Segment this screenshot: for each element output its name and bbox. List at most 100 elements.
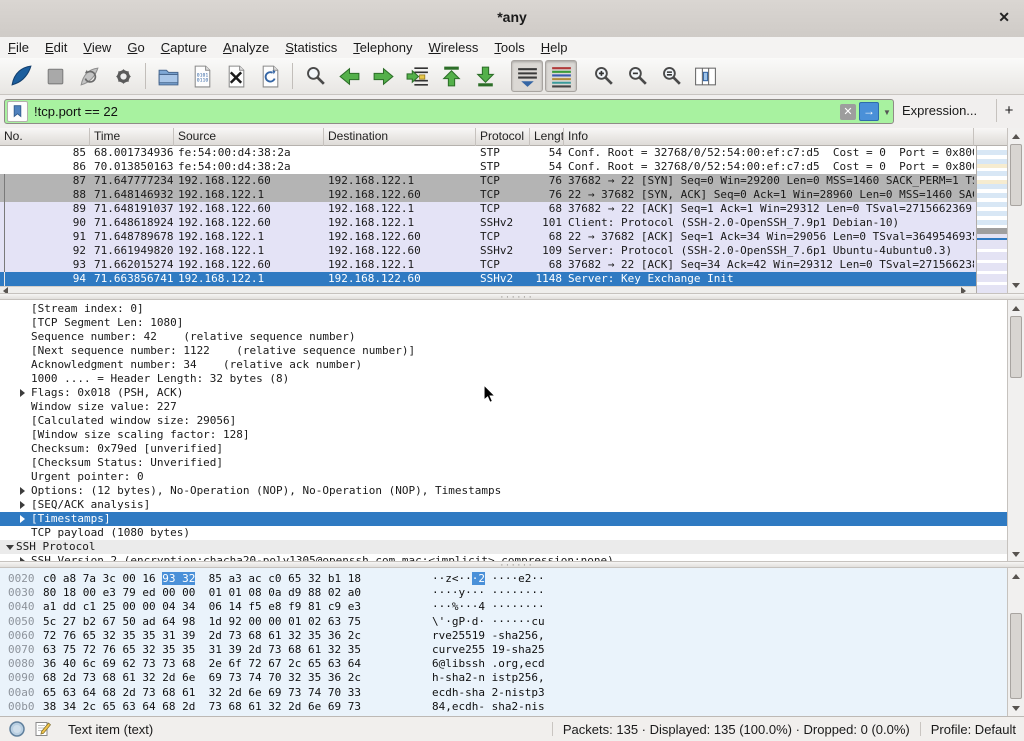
detail-row-8[interactable]: [Calculated window size: 29056] [0,414,1008,428]
expanded-arrow-icon[interactable] [6,545,14,550]
hex-row-0050[interactable]: 00505c 27 b2 67 50 ad 64 98 1d 92 00 00 … [0,615,1008,629]
toolbar-capture-stop-button[interactable] [39,60,71,92]
scroll-down-icon[interactable] [1008,701,1024,715]
collapsed-arrow-icon[interactable] [20,501,25,509]
packet-row-91[interactable]: 9171.648789678192.168.122.1192.168.122.6… [0,230,976,244]
menu-statistics[interactable]: Statistics [277,39,345,56]
packet-row-89[interactable]: 8971.648191037192.168.122.60192.168.122.… [0,202,976,216]
intelligent-scrollbar-minimap[interactable] [976,146,1008,293]
column-header-protocol[interactable]: Protocol [476,128,530,146]
hex-row-00b0[interactable]: 00b038 34 2c 65 63 64 68 2d 73 68 61 32 … [0,700,1008,714]
packet-row-93[interactable]: 9371.662015274192.168.122.60192.168.122.… [0,258,976,272]
toolbar-go-to-packet-button[interactable] [401,60,433,92]
hex-row-00a0[interactable]: 00a065 63 64 68 2d 73 68 61 32 2d 6e 69 … [0,686,1008,700]
scroll-up-icon[interactable] [1008,129,1024,143]
toolbar-capture-options-button[interactable] [107,60,139,92]
bookmark-icon[interactable] [7,101,28,122]
detail-row-5[interactable]: 1000 .... = Header Length: 32 bytes (8) [0,372,1008,386]
detail-row-15[interactable]: [Timestamps] [0,512,1008,526]
detail-row-17[interactable]: SSH Protocol [0,540,1008,554]
menu-view[interactable]: View [75,39,119,56]
column-header-length[interactable]: Length [530,128,564,146]
filter-clear-icon[interactable]: ✕ [840,104,856,120]
menu-capture[interactable]: Capture [153,39,215,56]
close-icon[interactable]: ✕ [998,9,1010,26]
detail-row-0[interactable]: [Stream index: 0] [0,302,1008,316]
scrollbar-thumb[interactable] [1010,316,1022,378]
detail-row-14[interactable]: [SEQ/ACK analysis] [0,498,1008,512]
detail-row-11[interactable]: [Checksum Status: Unverified] [0,456,1008,470]
detail-row-10[interactable]: Checksum: 0x79ed [unverified] [0,442,1008,456]
collapsed-arrow-icon[interactable] [20,515,25,523]
column-header-source[interactable]: Source [174,128,324,146]
detail-row-16[interactable]: TCP payload (1080 bytes) [0,526,1008,540]
scroll-down-icon[interactable] [1008,547,1024,561]
scroll-down-icon[interactable] [1008,278,1024,292]
pane-splitter[interactable]: ······ [0,561,1024,568]
capture-comment-icon[interactable] [34,720,52,738]
hex-row-0090[interactable]: 009068 2d 73 68 61 32 2d 6e 69 73 74 70 … [0,671,1008,685]
detail-row-12[interactable]: Urgent pointer: 0 [0,470,1008,484]
display-filter-box[interactable]: ✕ → ▼ [4,99,894,124]
filter-apply-icon[interactable]: → [859,102,879,121]
packet-row-87[interactable]: 8771.647777234192.168.122.60192.168.122.… [0,174,976,188]
toolbar-find-packet-button[interactable] [299,60,331,92]
menu-analyze[interactable]: Analyze [215,39,277,56]
toolbar-capture-restart-button[interactable] [73,60,105,92]
add-filter-button[interactable]: + [996,99,1021,122]
detail-row-1[interactable]: [TCP Segment Len: 1080] [0,316,1008,330]
menu-wireless[interactable]: Wireless [421,39,487,56]
menu-tools[interactable]: Tools [486,39,532,56]
hex-row-0020[interactable]: 0020c0 a8 7a 3c 00 16 93 32 85 a3 ac c0 … [0,572,1008,586]
toolbar-auto-scroll-button[interactable] [511,60,543,92]
filter-dropdown-icon[interactable]: ▼ [881,102,893,121]
expert-info-icon[interactable] [8,720,26,738]
menu-file[interactable]: File [0,39,37,56]
packet-row-85[interactable]: 8568.001734936fe:54:00:d4:38:2aSTP54Conf… [0,146,976,160]
scroll-up-icon[interactable] [1008,569,1024,583]
menu-edit[interactable]: Edit [37,39,75,56]
toolbar-zoom-out-button[interactable] [621,60,653,92]
toolbar-colorize-button[interactable] [545,60,577,92]
filter-input[interactable] [28,103,840,120]
collapsed-arrow-icon[interactable] [20,487,25,495]
packet-row-90[interactable]: 9071.648618924192.168.122.60192.168.122.… [0,216,976,230]
bytes-scrollbar[interactable] [1007,568,1024,716]
hex-row-0070[interactable]: 007063 75 72 76 65 32 35 35 31 39 2d 73 … [0,643,1008,657]
title-bar[interactable]: *any ✕ [0,0,1024,38]
detail-row-4[interactable]: Acknowledgment number: 34 (relative ack … [0,358,1008,372]
hex-row-0030[interactable]: 003080 18 00 e3 79 ed 00 00 01 01 08 0a … [0,586,1008,600]
toolbar-go-forward-button[interactable] [367,60,399,92]
hex-row-0060[interactable]: 006072 76 65 32 35 35 31 39 2d 73 68 61 … [0,629,1008,643]
column-header-destination[interactable]: Destination [324,128,476,146]
toolbar-zoom-original-button[interactable] [655,60,687,92]
detail-row-9[interactable]: [Window size scaling factor: 128] [0,428,1008,442]
scrollbar-thumb[interactable] [1010,613,1022,699]
hex-row-0040[interactable]: 0040a1 dd c1 25 00 00 04 34 06 14 f5 e8 … [0,600,1008,614]
packet-row-86[interactable]: 8670.013850163fe:54:00:d4:38:2aSTP54Conf… [0,160,976,174]
detail-row-2[interactable]: Sequence number: 42 (relative sequence n… [0,330,1008,344]
packet-list-hscrollbar[interactable] [0,286,976,293]
toolbar-file-reload-button[interactable] [254,60,286,92]
packet-list-scrollbar[interactable] [1007,128,1024,293]
packet-row-88[interactable]: 8871.648146932192.168.122.1192.168.122.6… [0,188,976,202]
column-header-info[interactable]: Info [564,128,974,146]
hex-row-0080[interactable]: 008036 40 6c 69 62 73 73 68 2e 6f 72 67 … [0,657,1008,671]
detail-row-6[interactable]: Flags: 0x018 (PSH, ACK) [0,386,1008,400]
pane-splitter[interactable]: ······ [0,293,1024,300]
packet-row-94[interactable]: 9471.663856741192.168.122.1192.168.122.6… [0,272,976,286]
toolbar-file-save-button[interactable]: 01010110 [186,60,218,92]
menu-telephony[interactable]: Telephony [345,39,420,56]
toolbar-zoom-in-button[interactable] [587,60,619,92]
detail-row-7[interactable]: Window size value: 227 [0,400,1008,414]
toolbar-file-open-button[interactable] [152,60,184,92]
column-header-no[interactable]: No. [0,128,90,146]
packet-row-92[interactable]: 9271.661949820192.168.122.1192.168.122.6… [0,244,976,258]
collapsed-arrow-icon[interactable] [20,389,25,397]
menu-go[interactable]: Go [119,39,152,56]
toolbar-go-back-button[interactable] [333,60,365,92]
expression-button[interactable]: Expression... [902,103,977,118]
menu-help[interactable]: Help [533,39,576,56]
toolbar-capture-start-button[interactable] [5,60,37,92]
toolbar-go-last-button[interactable] [469,60,501,92]
